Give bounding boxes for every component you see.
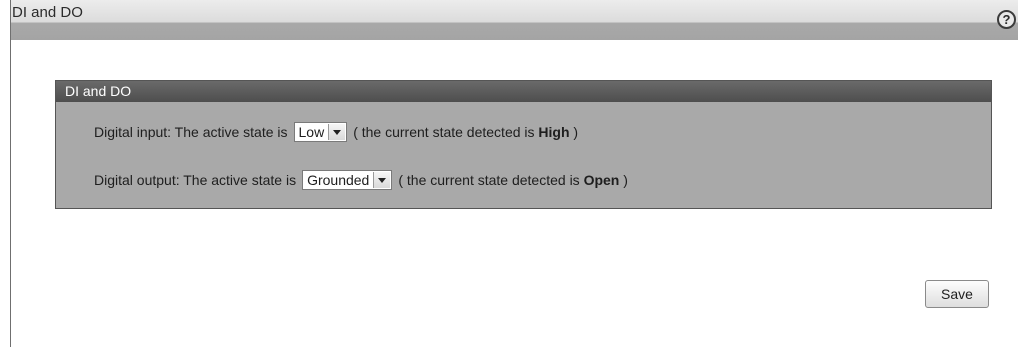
digital-input-current-suffix: ) — [573, 124, 579, 140]
digital-input-current-state: High — [538, 124, 570, 140]
digital-output-selected-value: Grounded — [307, 172, 370, 188]
digital-output-row: Digital output: The active state is Grou… — [94, 170, 628, 190]
save-button[interactable]: Save — [925, 280, 989, 308]
digital-input-active-state-select[interactable]: Low — [293, 122, 348, 142]
digital-output-current-state: Open — [583, 172, 620, 188]
window-title: DI and DO — [12, 4, 83, 21]
di-do-window: DI and DO ? DI and DO Digital input: The… — [10, 0, 1018, 347]
digital-output-label: Digital output: The active state is — [94, 172, 297, 188]
digital-input-label: Digital input: The active state is — [94, 124, 288, 140]
chevron-down-icon[interactable] — [328, 124, 346, 140]
digital-output-current-suffix: ) — [623, 172, 628, 188]
digital-input-selected-value: Low — [298, 124, 325, 140]
digital-output-active-state-select[interactable]: Grounded — [302, 170, 393, 190]
digital-output-current-prefix: ( the current state detected is — [398, 172, 580, 188]
digital-input-current-prefix: ( the current state detected is — [353, 124, 535, 140]
di-do-panel: DI and DO Digital input: The active stat… — [55, 80, 992, 209]
panel-title: DI and DO — [56, 81, 991, 102]
help-icon[interactable]: ? — [997, 10, 1016, 29]
digital-input-row: Digital input: The active state is Low (… — [94, 122, 578, 142]
chevron-down-icon[interactable] — [373, 172, 391, 188]
window-titlebar: DI and DO ? — [11, 0, 1018, 40]
